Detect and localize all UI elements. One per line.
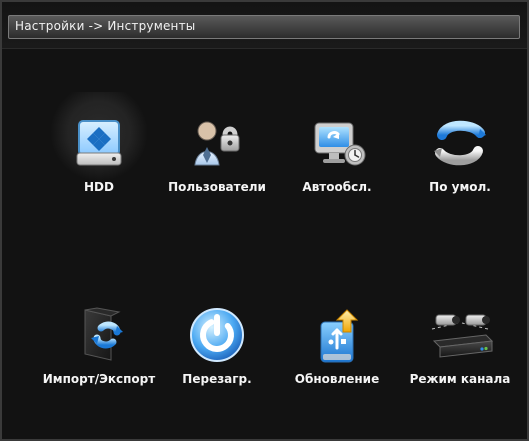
tool-update[interactable]: Обновление [277,302,397,422]
tool-label: По умол. [429,180,491,194]
tool-defaults[interactable]: По умол. [400,110,520,230]
tool-label: Перезагр. [182,372,252,386]
users-lock-icon [157,110,277,176]
tool-label: Обновление [294,372,380,386]
tool-reboot[interactable]: Перезагр. [157,302,277,422]
tool-grid: HDD Пользователи Автообсл. По умол. Импо… [2,2,527,439]
hdd-icon [39,110,159,176]
tool-label: Режим канала [409,372,511,386]
tool-import-export[interactable]: Импорт/Экспорт [39,302,159,422]
tool-label: Импорт/Экспорт [42,372,156,386]
tools-window: Настройки -> Инструменты HDD Пользовател… [0,0,529,441]
usb-update-icon [277,302,397,368]
maintenance-monitor-icon [277,110,397,176]
restore-defaults-icon [400,110,520,176]
tool-channel-mode[interactable]: Режим канала [400,302,520,422]
tool-label: Автообсл. [302,180,372,194]
tool-label: Пользователи [168,180,266,194]
import-export-icon [39,302,159,368]
tool-hdd[interactable]: HDD [39,92,159,230]
camera-dvr-icon [400,302,520,368]
power-reboot-icon [157,302,277,368]
tool-users[interactable]: Пользователи [157,110,277,230]
tool-autobase[interactable]: Автообсл. [277,110,397,230]
tool-label: HDD [84,180,114,194]
